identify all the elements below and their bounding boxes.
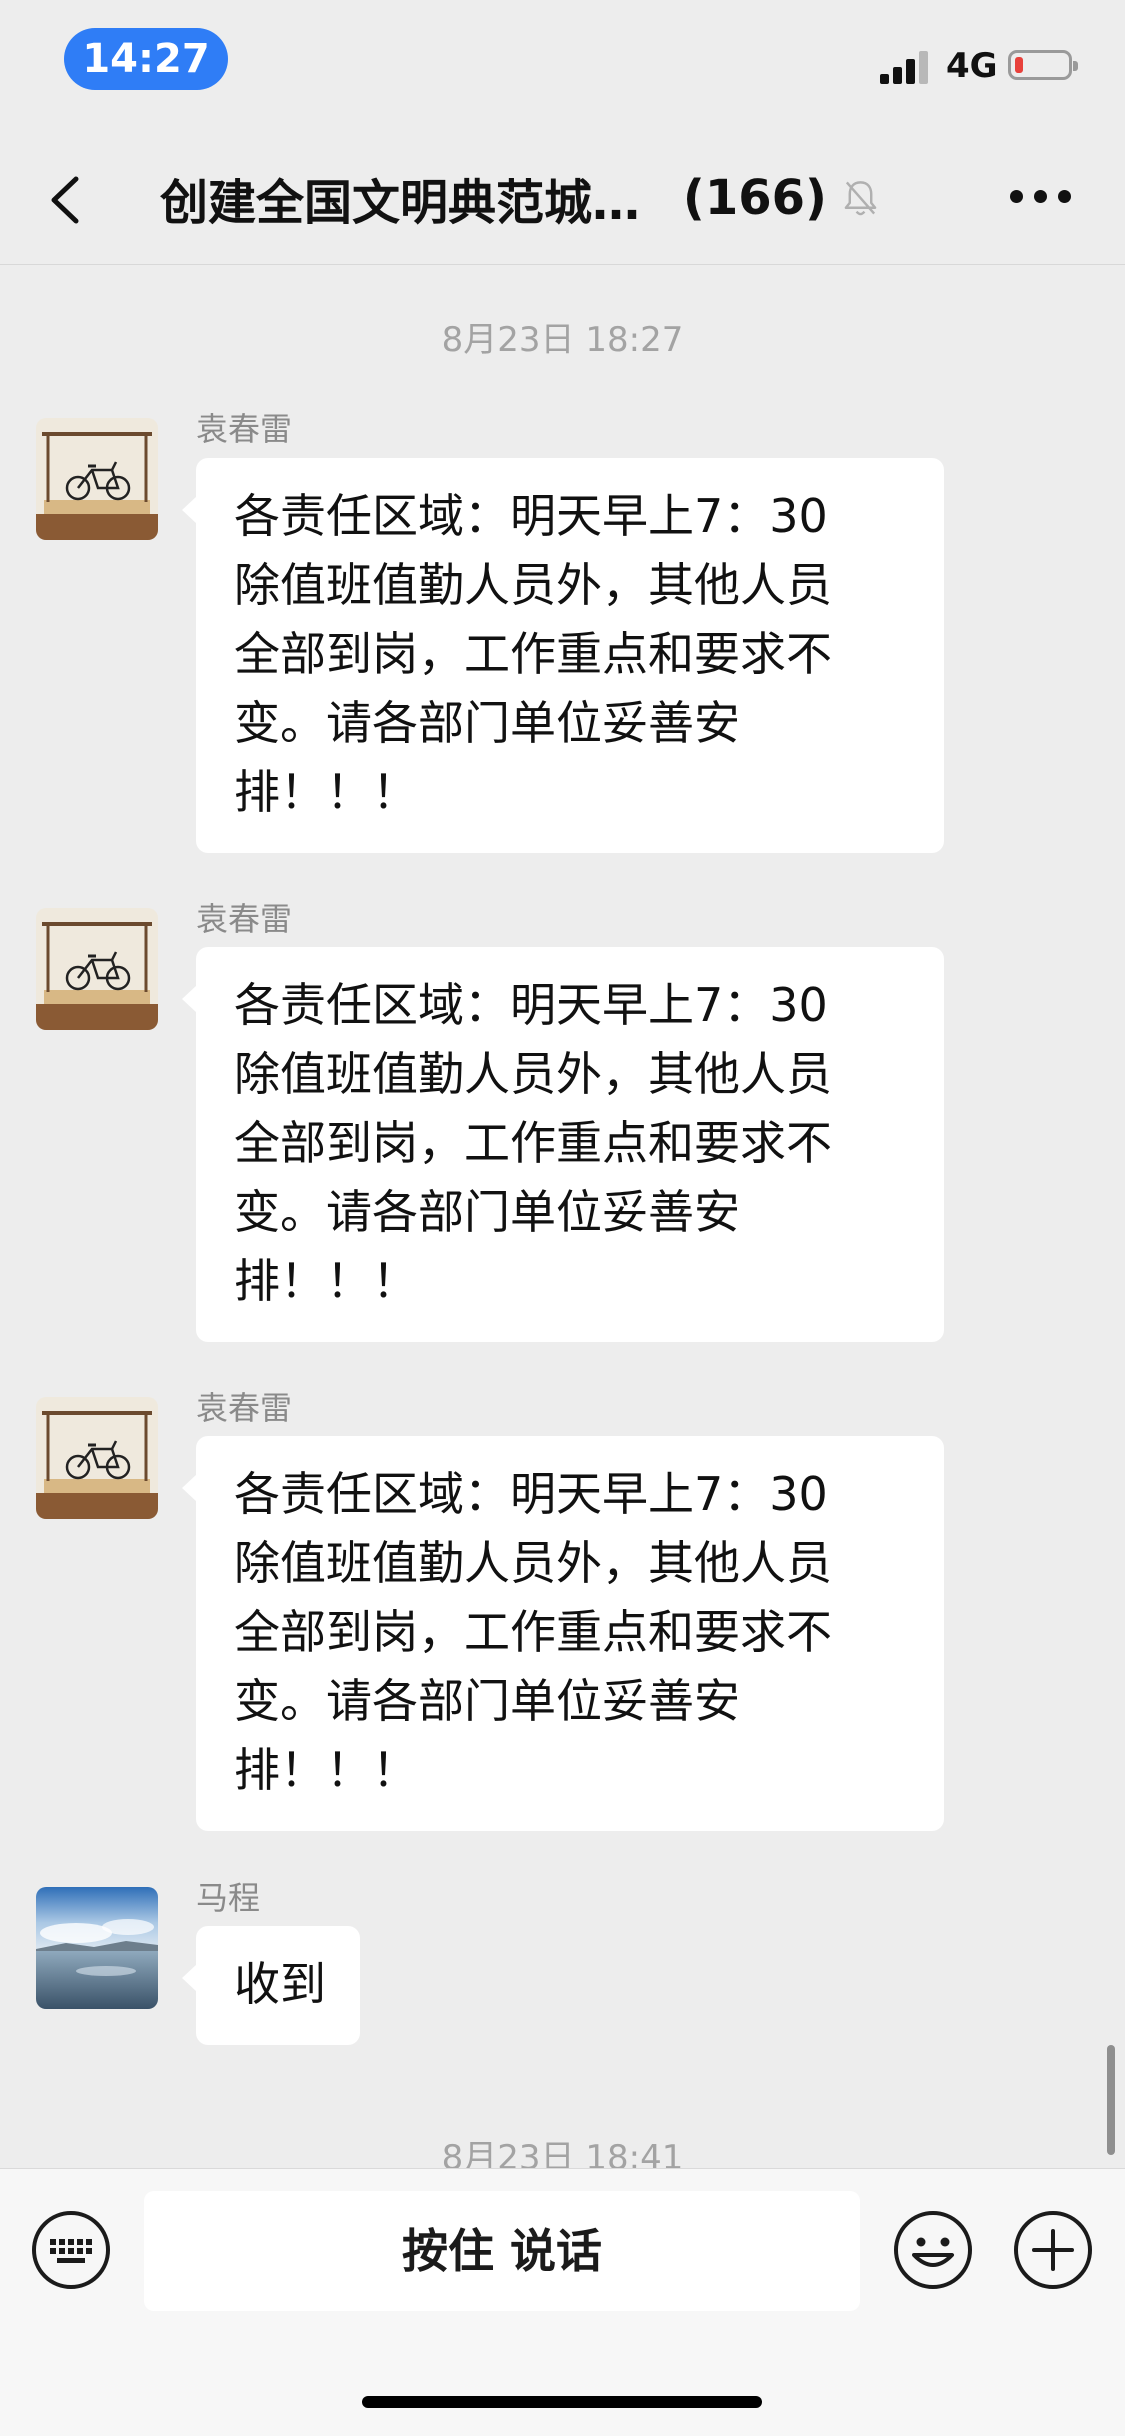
emoji-smile-icon: [894, 2211, 972, 2289]
message-bubble[interactable]: 各责任区域：明天早上7：30 除值班值勤人员外，其他人员 全部到岗，工作重点和要…: [182, 947, 944, 1342]
avatar[interactable]: [36, 908, 158, 1030]
message-bubble[interactable]: 各责任区域：明天早上7：30 除值班值勤人员外，其他人员 全部到岗，工作重点和要…: [182, 1436, 944, 1831]
message-line: 除值班值勤人员外，其他人员: [234, 1536, 832, 1590]
sender-name: 袁春雷: [196, 900, 293, 938]
message-line: 全部到岗，工作重点和要求不: [234, 1116, 832, 1170]
chat-title-area[interactable]: 创建全国文明典范城市… (166): [160, 166, 880, 231]
home-indicator[interactable]: [362, 2396, 762, 2408]
message-timestamp: 8月23日 18:27: [441, 320, 684, 360]
sender-name: 马程: [196, 1879, 261, 1917]
bell-muted-icon: [844, 181, 877, 216]
signal-strength-icon: [880, 50, 932, 84]
avatar[interactable]: [36, 1397, 158, 1519]
message-bubble[interactable]: 各责任区域：明天早上7：30 除值班值勤人员外，其他人员 全部到岗，工作重点和要…: [182, 458, 944, 853]
message-line: 除值班值勤人员外，其他人员: [234, 1047, 832, 1101]
bicycle-display-avatar-icon: [36, 908, 158, 1030]
message-line: 全部到岗，工作重点和要求不: [234, 1605, 832, 1659]
keyboard-toggle-button[interactable]: [30, 2209, 112, 2291]
message-line: 排！！！: [234, 1254, 418, 1308]
chat-scrollbar[interactable]: [1107, 2045, 1115, 2155]
avatar[interactable]: [36, 418, 158, 540]
chevron-left-icon: [51, 176, 79, 224]
message-line: 变。请各部门单位妥善安: [234, 1185, 740, 1239]
plus-circle-icon: [1014, 2211, 1092, 2289]
message-line: 各责任区域：明天早上7：30: [234, 489, 828, 543]
hold-to-talk-button[interactable]: 按住 说话: [144, 2191, 860, 2311]
message-line: 排！！！: [234, 1743, 418, 1797]
message-line: 除值班值勤人员外，其他人员: [234, 558, 832, 612]
message-line: 变。请各部门单位妥善安: [234, 1674, 740, 1728]
member-count: (166): [682, 170, 827, 226]
bicycle-display-avatar-icon: [36, 1397, 158, 1519]
sender-name: 袁春雷: [196, 1389, 293, 1427]
battery-level: [1015, 57, 1023, 73]
message-line: 各责任区域：明天早上7：30: [234, 978, 828, 1032]
bicycle-display-avatar-icon: [36, 418, 158, 540]
lake-sky-avatar-icon: [36, 1887, 158, 2009]
battery-icon: [1008, 50, 1078, 80]
message-line: 排！！！: [234, 765, 418, 819]
group-title: 创建全国文明典范城市…: [160, 175, 675, 231]
status-time: 14:27: [64, 28, 228, 90]
keyboard-icon: [32, 2211, 110, 2289]
message-line: 收到: [234, 1957, 326, 2011]
more-functions-button[interactable]: [1012, 2209, 1094, 2291]
message-line: 各责任区域：明天早上7：30: [234, 1467, 828, 1521]
chat-nav-bar: 创建全国文明典范城市… (166): [0, 130, 1125, 265]
network-type-label: 4G: [946, 46, 998, 86]
status-bar: 14:27 4G: [0, 0, 1125, 130]
message-line: 全部到岗，工作重点和要求不: [234, 627, 832, 681]
message-bubble[interactable]: 收到: [182, 1926, 360, 2045]
back-button[interactable]: [40, 165, 100, 235]
emoji-button[interactable]: [892, 2209, 974, 2291]
more-options-button[interactable]: [1010, 182, 1072, 212]
message-line: 变。请各部门单位妥善安: [234, 696, 740, 750]
sender-name: 袁春雷: [196, 410, 293, 448]
avatar[interactable]: [36, 1887, 158, 2009]
